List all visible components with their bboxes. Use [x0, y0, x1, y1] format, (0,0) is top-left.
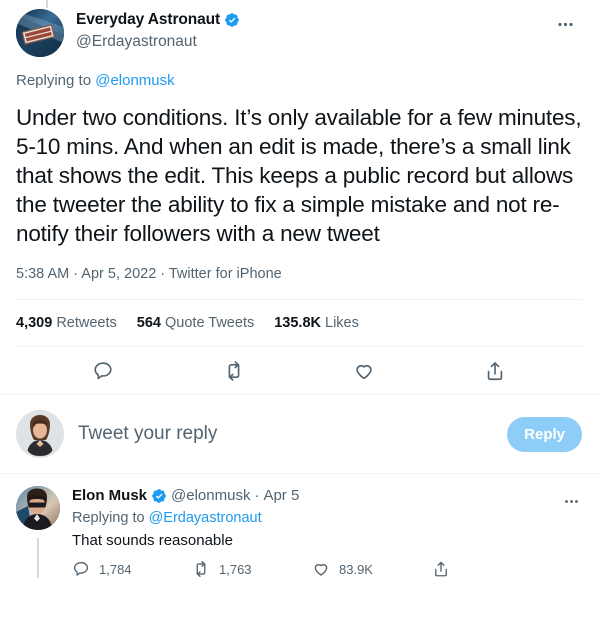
reply-button[interactable]: Reply	[507, 416, 582, 452]
stat-quote-tweets-count: 564	[136, 315, 161, 331]
share-icon[interactable]	[478, 354, 512, 388]
reply-date: Apr 5	[263, 487, 300, 504]
reply-author-line[interactable]: Elon Musk @elonmusk · Apr 5	[72, 486, 582, 506]
reply-action-reply[interactable]: 1,784	[72, 560, 192, 578]
reply-tweet-text: That sounds reasonable	[72, 532, 233, 549]
reply-tweet-actions: 1,784 1,763 83.9K	[72, 560, 582, 578]
reply-handle: @elonmusk	[171, 487, 251, 504]
replying-to-label: Replying to	[16, 72, 96, 89]
more-horizontal-icon[interactable]	[548, 7, 582, 41]
reply-replying-to-mention[interactable]: @Erdayastronaut	[149, 510, 262, 526]
reply-replying-to-label: Replying to	[72, 510, 149, 526]
retweet-count: 1,763	[219, 561, 252, 577]
verified-badge-icon	[151, 488, 167, 504]
stat-likes[interactable]: 135.8K Likes	[274, 315, 359, 331]
stat-likes-count: 135.8K	[274, 315, 321, 331]
reply-icon[interactable]	[86, 354, 120, 388]
more-horizontal-icon[interactable]	[556, 486, 586, 516]
author-display-name: Everyday Astronaut	[76, 11, 221, 28]
main-tweet-text: Under two conditions. It’s only availabl…	[16, 105, 582, 246]
verified-badge-icon	[224, 12, 240, 28]
reply-separator: ·	[254, 487, 260, 504]
avatar-everyday-astronaut[interactable]	[16, 9, 64, 57]
author-name-line[interactable]: Everyday Astronaut	[76, 10, 548, 30]
like-count: 83.9K	[339, 561, 373, 577]
reply-replying-to-line: Replying to @Erdayastronaut	[72, 508, 582, 528]
reply-action-retweet[interactable]: 1,763	[192, 560, 312, 578]
stat-likes-label: Likes	[325, 315, 359, 331]
retweet-icon[interactable]	[217, 354, 251, 388]
tweet-detail-page: Everyday Astronaut @Erdayastronaut Reply…	[0, 0, 598, 631]
reply-count: 1,784	[99, 561, 132, 577]
thread-line-top	[46, 0, 48, 8]
author-handle[interactable]: @Erdayastronaut	[76, 31, 548, 52]
reply-tweet-content: Elon Musk @elonmusk · Apr 5 Replying to …	[72, 486, 582, 578]
replying-to-line: Replying to @elonmusk	[16, 71, 582, 91]
replying-to-mention[interactable]: @elonmusk	[95, 72, 174, 89]
main-tweet: Everyday Astronaut @Erdayastronaut Reply…	[0, 0, 598, 394]
main-tweet-header: Everyday Astronaut @Erdayastronaut	[16, 0, 582, 57]
main-tweet-timestamp: 5:38 AM · Apr 5, 2022 · Twitter for iPho…	[16, 266, 282, 282]
stat-retweets-count: 4,309	[16, 315, 53, 331]
avatar-elon-musk[interactable]	[16, 486, 60, 530]
reply-display-name: Elon Musk	[72, 487, 148, 504]
reply-composer[interactable]: Tweet your reply Reply	[0, 394, 598, 474]
like-icon[interactable]	[347, 354, 381, 388]
stat-retweets-label: Retweets	[56, 315, 117, 331]
reply-tweet: Elon Musk @elonmusk · Apr 5 Replying to …	[0, 474, 598, 578]
engagement-stats: 4,309 Retweets 564 Quote Tweets 135.8K L…	[16, 300, 582, 346]
reply-action-like[interactable]: 83.9K	[312, 560, 432, 578]
reply-input-placeholder[interactable]: Tweet your reply	[78, 423, 507, 445]
stat-quote-tweets-label: Quote Tweets	[165, 315, 255, 331]
main-tweet-author: Everyday Astronaut @Erdayastronaut	[76, 9, 548, 52]
reply-action-share[interactable]	[432, 560, 552, 578]
main-tweet-actions	[16, 347, 582, 394]
stat-quote-tweets[interactable]: 564 Quote Tweets	[137, 315, 254, 331]
stat-retweets[interactable]: 4,309 Retweets	[16, 315, 117, 331]
thread-line-bottom	[37, 538, 39, 578]
your-avatar[interactable]	[16, 410, 64, 458]
